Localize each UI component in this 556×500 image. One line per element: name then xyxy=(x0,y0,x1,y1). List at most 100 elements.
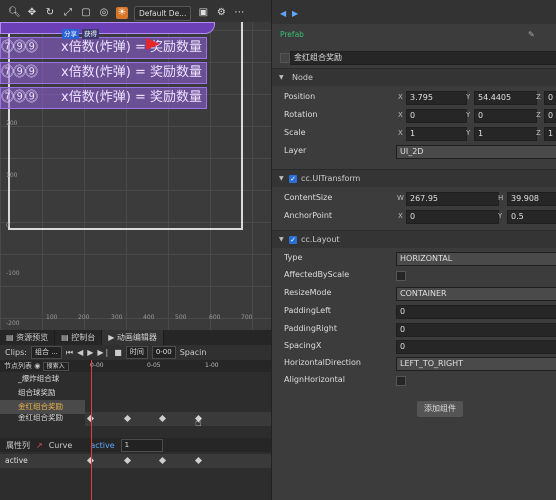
pivot-icon[interactable]: ◎ xyxy=(98,7,110,19)
layer-select[interactable]: UI_2D xyxy=(396,145,556,159)
property-row[interactable]: active xyxy=(0,454,85,468)
prop-input-label: active xyxy=(90,440,115,450)
clips-select[interactable]: 组合 ... xyxy=(30,346,62,359)
chevron-down-icon: ▼ xyxy=(279,175,284,182)
list-item[interactable]: _爆炸组合球 xyxy=(0,372,85,386)
spacingx-field[interactable]: 0 xyxy=(396,340,556,354)
contentsize-label: ContentSize xyxy=(284,193,333,202)
node-topbar[interactable] xyxy=(0,22,215,34)
keyframe[interactable] xyxy=(194,456,203,465)
reward-row[interactable]: ⓻⓽⓽ x倍数(炸弹) = 奖励数量 xyxy=(0,37,207,59)
position-y-field[interactable]: 54.4405 xyxy=(474,91,537,105)
reward-row[interactable]: ⓻⓽⓽ x倍数(炸弹) = 奖励数量 xyxy=(0,62,207,84)
axis-x-label: X xyxy=(398,212,403,220)
list-item[interactable]: 组合球奖励 xyxy=(0,386,85,400)
keyframe[interactable] xyxy=(158,456,167,465)
scale-y-field[interactable]: 1 xyxy=(474,127,537,141)
section-title: cc.Layout xyxy=(301,235,340,244)
scale-z-field[interactable]: 1 xyxy=(544,127,556,141)
keyframe[interactable] xyxy=(158,414,167,423)
node-list-label: 节点列表 xyxy=(4,362,32,370)
time-select[interactable]: 时间 xyxy=(125,346,148,359)
scale-x-field[interactable]: 1 xyxy=(406,127,467,141)
position-z-field[interactable]: 0 xyxy=(544,91,556,105)
gear-icon[interactable]: ⚙ xyxy=(215,7,227,19)
first-frame-icon[interactable]: ⏮ xyxy=(66,348,73,358)
tab-console[interactable]: ▤ 控制台 xyxy=(55,330,103,345)
more-icon[interactable]: ⋯ xyxy=(233,7,245,19)
forward-icon[interactable]: ▶ xyxy=(292,9,298,18)
stop-icon[interactable]: ■ xyxy=(114,348,122,357)
position-label: Position xyxy=(284,92,316,101)
keyframe-track[interactable] xyxy=(85,412,271,426)
hdir-select[interactable]: LEFT_TO_RIGHT xyxy=(396,357,556,371)
tab-animation-editor[interactable]: ▶ 动画编辑器 xyxy=(102,330,164,345)
reward-row[interactable]: ⓻⓽⓽ x倍数(炸弹) = 奖励数量 xyxy=(0,87,207,109)
get-tag: 获得 xyxy=(82,29,99,39)
tab-assets-preview[interactable]: ▤ 资源预览 xyxy=(0,330,56,345)
zoom-icon[interactable]: 🔍︎ xyxy=(8,7,21,19)
rect-icon[interactable]: ▢ xyxy=(80,7,92,19)
padright-row: PaddingRight 0 xyxy=(272,320,556,338)
keyframe[interactable] xyxy=(123,456,132,465)
eye-icon[interactable]: ◉ xyxy=(34,362,40,370)
node-section-header[interactable]: ▼ Node xyxy=(272,68,556,86)
ruler-tick: 0-00 xyxy=(90,362,104,369)
position-x-field[interactable]: 3.795 xyxy=(406,91,467,105)
rotation-y-field[interactable]: 0 xyxy=(474,109,537,123)
chevron-down-icon: ▼ xyxy=(279,74,284,81)
playhead[interactable] xyxy=(91,360,92,500)
axis-y-label: Y xyxy=(466,129,471,137)
image-icon[interactable]: ▣ xyxy=(197,7,209,19)
active-checkbox[interactable] xyxy=(280,53,290,63)
node-filter-input[interactable]: 搜索入 xyxy=(42,362,69,371)
layout-section-header[interactable]: ▼ ✓ cc.Layout xyxy=(272,230,556,248)
section-title: cc.UITransform xyxy=(301,174,361,183)
resize-select[interactable]: CONTAINER xyxy=(396,287,556,301)
rotation-row: Rotation X 0 Y 0 Z 0 xyxy=(272,106,556,124)
prop-input[interactable]: 1 xyxy=(120,438,163,452)
axis-x-label: X xyxy=(398,129,403,137)
property-track[interactable] xyxy=(85,454,271,468)
time-input[interactable]: 0-00 xyxy=(151,346,176,359)
prop-tab[interactable]: 属性列 xyxy=(6,440,30,451)
type-label: Type xyxy=(284,253,303,262)
scene-view[interactable]: 🔍︎ ✥ ↻ ⤢ ▢ ◎ ☀ Default De... ▣ ⚙ ⋯ ⓻⓽⓽ x… xyxy=(0,0,271,330)
position-row: Position X 3.795 Y 54.4405 Z 0 xyxy=(272,88,556,106)
coin-icons: ⓻⓽⓽ xyxy=(1,40,38,55)
clips-label: Clips: xyxy=(5,348,27,357)
rotation-x-field[interactable]: 0 xyxy=(406,109,467,123)
back-icon[interactable]: ◀ xyxy=(280,9,286,18)
alignh-row: AlignHorizontal xyxy=(272,371,556,389)
spacing-label: Spacin xyxy=(179,348,207,357)
rotate-icon[interactable]: ↻ xyxy=(44,7,56,19)
padleft-field[interactable]: 0 xyxy=(396,305,556,319)
keyframe[interactable] xyxy=(123,414,132,423)
anchor-y-field[interactable]: 0.5 xyxy=(507,210,556,224)
play-icon[interactable]: ▶ xyxy=(87,348,93,357)
list-item[interactable]: 金红组合奖励 xyxy=(0,414,85,422)
anchor-x-field[interactable]: 0 xyxy=(406,210,499,224)
timeline-ruler[interactable]: 0-00 0-05 1-00 xyxy=(85,360,271,372)
next-frame-icon[interactable]: ▶❘ xyxy=(97,348,110,357)
prev-frame-icon[interactable]: ◀ xyxy=(77,348,83,357)
component-enabled-checkbox[interactable]: ✓ xyxy=(289,175,297,183)
light-icon[interactable]: ☀ xyxy=(116,7,128,19)
list-item[interactable]: 金红组合奖励 xyxy=(0,400,85,414)
height-field[interactable]: 39.908 xyxy=(507,192,556,206)
camera-dropdown[interactable]: Default De... xyxy=(134,5,192,21)
node-name-field[interactable]: 金红组合奖励 xyxy=(290,51,556,65)
edit-icon[interactable]: ✎ xyxy=(528,30,535,39)
uitransform-section-header[interactable]: ▼ ✓ cc.UITransform xyxy=(272,169,556,187)
rotation-z-field[interactable]: 0 xyxy=(544,109,556,123)
move-icon[interactable]: ✥ xyxy=(26,7,38,19)
width-field[interactable]: 267.95 xyxy=(406,192,499,206)
add-component-button[interactable]: 添加组件 xyxy=(417,401,463,417)
alignh-checkbox[interactable] xyxy=(396,376,406,386)
type-select[interactable]: HORIZONTAL xyxy=(396,252,556,266)
affected-checkbox[interactable] xyxy=(396,271,406,281)
padright-field[interactable]: 0 xyxy=(396,323,556,337)
component-enabled-checkbox[interactable]: ✓ xyxy=(289,236,297,244)
curve-tab[interactable]: Curve xyxy=(49,441,73,450)
scale-icon[interactable]: ⤢ xyxy=(62,7,74,19)
